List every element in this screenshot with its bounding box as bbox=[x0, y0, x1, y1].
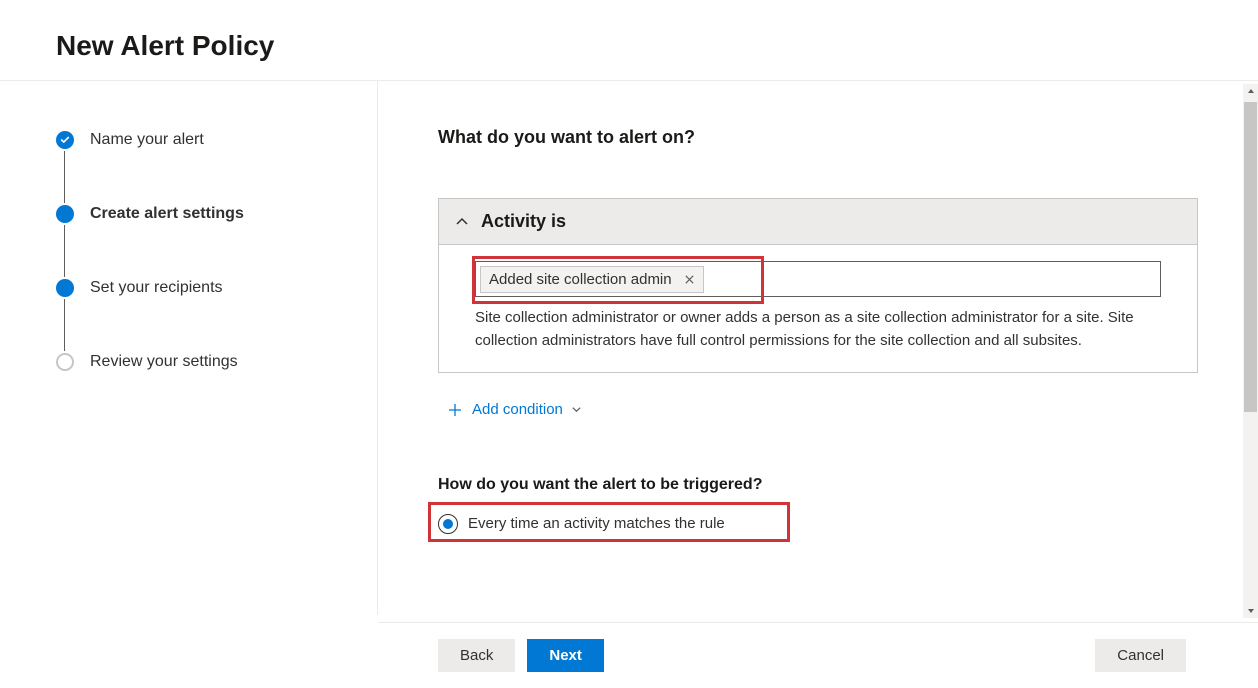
step-create-settings[interactable]: Create alert settings bbox=[56, 205, 377, 223]
section-heading-trigger: How do you want the alert to be triggere… bbox=[438, 476, 1198, 494]
step-label: Set your recipients bbox=[90, 279, 223, 297]
circle-empty-icon bbox=[56, 353, 74, 371]
check-icon bbox=[56, 131, 74, 149]
step-review-settings[interactable]: Review your settings bbox=[56, 353, 377, 371]
activity-panel: Activity is Added site collection admin … bbox=[438, 198, 1198, 373]
body-container: Name your alert Create alert settings Se… bbox=[0, 81, 1258, 615]
radio-option-wrap: Every time an activity matches the rule bbox=[438, 508, 741, 540]
activity-panel-body: Added site collection admin Site collect… bbox=[439, 245, 1197, 372]
chevron-down-icon bbox=[571, 404, 582, 415]
activity-input[interactable]: Added site collection admin bbox=[475, 261, 1161, 297]
radio-dot-icon bbox=[443, 519, 453, 529]
chevron-up-icon bbox=[455, 215, 469, 229]
remove-chip-button[interactable] bbox=[684, 274, 695, 285]
wizard-sidebar: Name your alert Create alert settings Se… bbox=[0, 81, 378, 615]
radio-label: Every time an activity matches the rule bbox=[468, 515, 725, 532]
back-button[interactable]: Back bbox=[438, 639, 515, 672]
step-label: Create alert settings bbox=[90, 205, 244, 223]
main-content: What do you want to alert on? Activity i… bbox=[378, 81, 1258, 615]
circle-filled-icon bbox=[56, 279, 74, 297]
radio-every-match[interactable]: Every time an activity matches the rule bbox=[438, 508, 741, 540]
footer-bar: Back Next Cancel bbox=[378, 622, 1258, 688]
scroll-down-icon[interactable] bbox=[1243, 602, 1258, 618]
next-button[interactable]: Next bbox=[527, 639, 604, 672]
step-list: Name your alert Create alert settings Se… bbox=[56, 131, 377, 371]
scrollbar[interactable] bbox=[1243, 84, 1258, 618]
plus-icon bbox=[448, 403, 462, 417]
page-title: New Alert Policy bbox=[56, 30, 1258, 62]
step-connector bbox=[64, 225, 65, 277]
chip-label: Added site collection admin bbox=[489, 271, 672, 288]
activity-description: Site collection administrator or owner a… bbox=[475, 307, 1161, 352]
step-set-recipients[interactable]: Set your recipients bbox=[56, 279, 377, 297]
step-connector bbox=[64, 151, 65, 203]
radio-icon bbox=[438, 514, 458, 534]
activity-panel-header[interactable]: Activity is bbox=[439, 199, 1197, 245]
step-label: Review your settings bbox=[90, 353, 238, 371]
activity-header-text: Activity is bbox=[481, 211, 566, 232]
circle-filled-icon bbox=[56, 205, 74, 223]
scrollbar-thumb[interactable] bbox=[1244, 102, 1257, 412]
section-heading-alert-on: What do you want to alert on? bbox=[438, 127, 1198, 148]
add-condition-label: Add condition bbox=[472, 401, 563, 418]
activity-chip[interactable]: Added site collection admin bbox=[480, 266, 704, 293]
step-name-alert[interactable]: Name your alert bbox=[56, 131, 377, 149]
page-header: New Alert Policy bbox=[0, 0, 1258, 81]
scroll-up-icon[interactable] bbox=[1243, 84, 1258, 100]
cancel-button[interactable]: Cancel bbox=[1095, 639, 1186, 672]
step-label: Name your alert bbox=[90, 131, 204, 149]
add-condition-button[interactable]: Add condition bbox=[448, 401, 582, 418]
step-connector bbox=[64, 299, 65, 351]
